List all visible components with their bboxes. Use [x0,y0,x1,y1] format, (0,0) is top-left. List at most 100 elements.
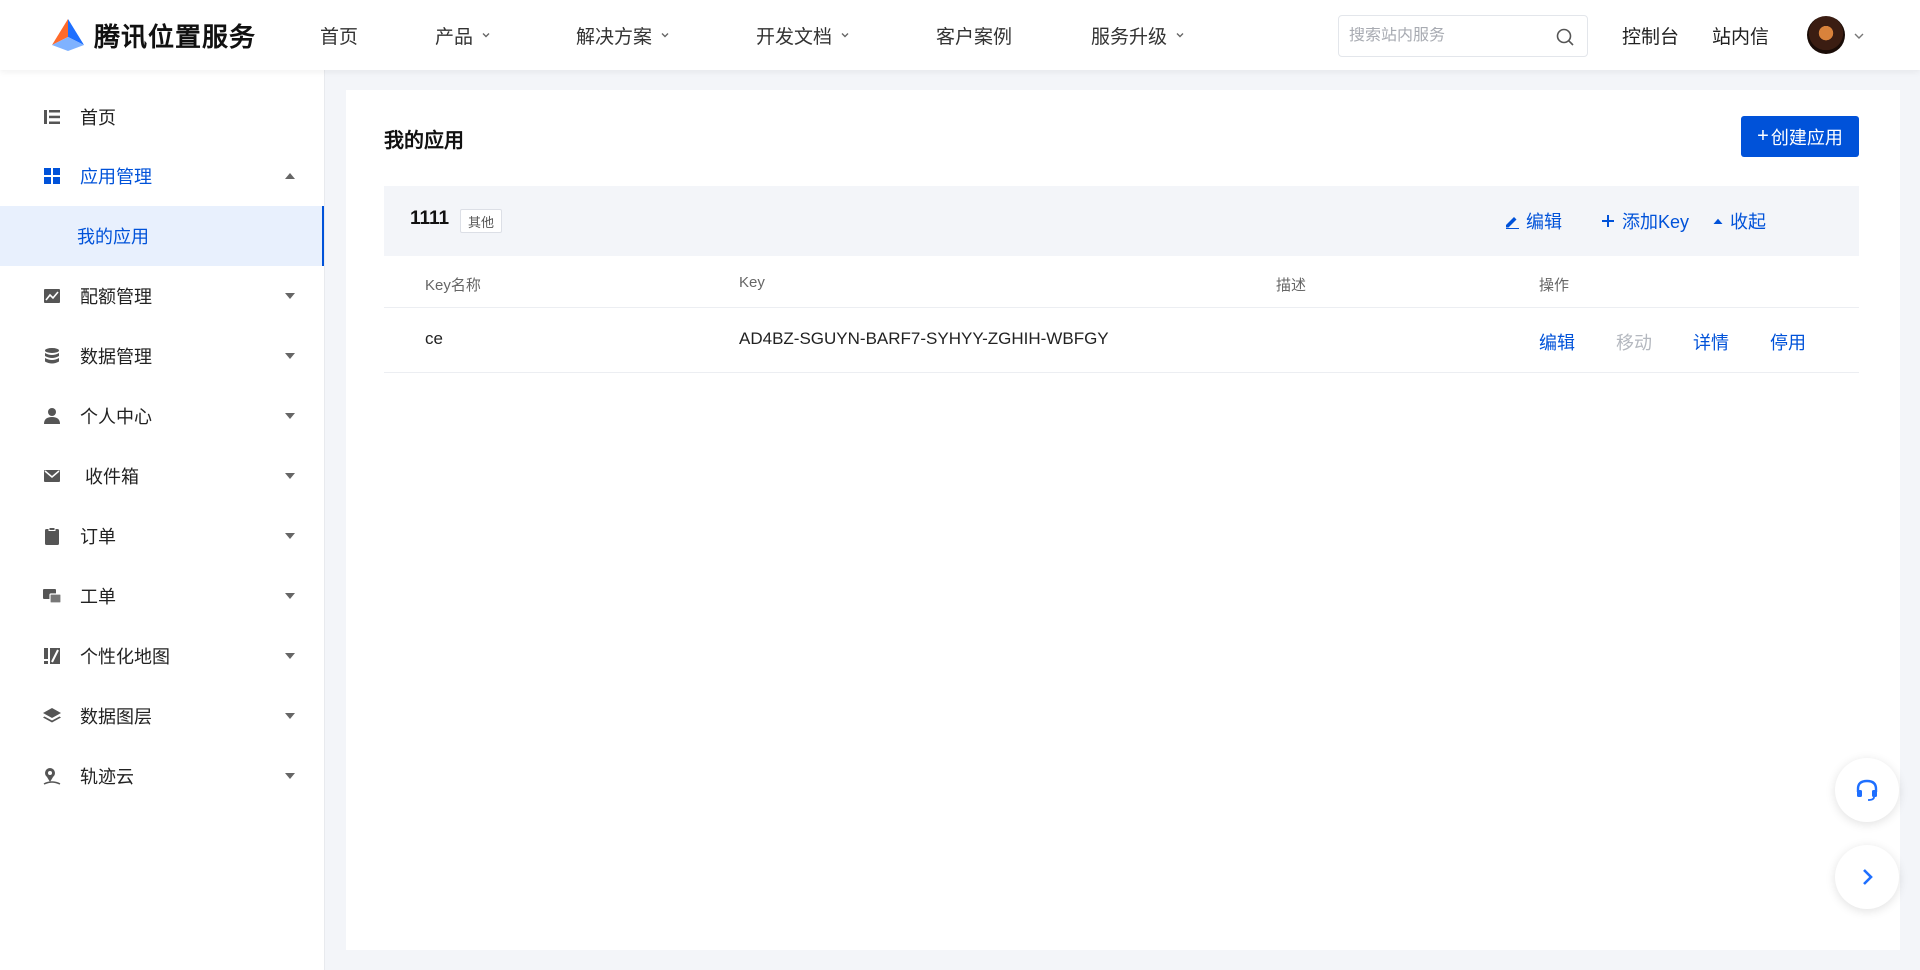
chevron-down-icon[interactable] [1853,30,1865,42]
nav-docs-label: 开发文档 [756,26,833,48]
caret-down-icon [285,713,295,719]
mail-icon [44,470,60,482]
sidebar-item-custom-map[interactable]: 个性化地图 [0,631,325,681]
expand-panel-button[interactable] [1835,845,1899,909]
nav-docs[interactable]: 开发文档 [756,0,850,70]
nav-products[interactable]: 产品 [435,0,491,70]
sidebar: 首页 应用管理 我的应用 配额管理 数据管理 个人中心 收件箱 订单 工单 个性… [0,70,325,970]
grid-icon [44,168,60,184]
search-input[interactable] [1349,27,1549,45]
create-app-label: 创建应用 [1770,127,1843,148]
nav-solutions[interactable]: 解决方案 [576,0,670,70]
pencil-icon [1506,217,1519,229]
brand-logo[interactable]: 腾讯位置服务 [48,16,256,54]
tencent-map-logo-icon [52,19,84,51]
sidebar-item-label: 数据管理 [80,347,152,367]
caret-down-icon [285,653,295,659]
caret-down-icon [285,353,295,359]
sidebar-item-label: 配额管理 [80,287,152,307]
sidebar-item-label: 个人中心 [80,407,152,427]
chart-icon [44,289,60,303]
add-key-label: 添加Key [1622,212,1690,232]
disable-key-link[interactable]: 停用 [1770,329,1806,355]
track-icon [43,768,61,785]
key-value-cell: AD4BZ-SGUYN-BARF7-SYHYY-ZGHIH-WBFGY [739,329,1109,348]
page-title: 我的应用 [384,130,464,152]
user-icon [44,408,60,424]
sidebar-item-personal[interactable]: 个人中心 [0,391,325,441]
column-header-key-name: Key名称 [425,277,481,294]
sidebar-item-app-management[interactable]: 应用管理 [0,151,325,201]
collapse-label: 收起 [1730,212,1766,232]
avatar[interactable] [1807,16,1845,54]
chevron-down-icon [1176,33,1184,38]
top-navbar: 腾讯位置服务 首页 产品 解决方案 开发文档 客户案例 服务升级 控制台 站内信 [0,0,1920,70]
app-card-header: 1111 其他 编辑 添加Key 收起 [384,186,1859,256]
plus-icon: + [1757,125,1769,147]
search-icon[interactable] [1555,27,1575,47]
brand-name: 腾讯位置服务 [94,21,257,52]
add-key-button[interactable]: 添加Key [1600,186,1689,256]
sidebar-item-home[interactable]: 首页 [0,92,325,142]
sidebar-subitem-my-apps[interactable]: 我的应用 [0,206,324,266]
nav-upgrade[interactable]: 服务升级 [1091,0,1185,70]
move-key-link: 移动 [1616,333,1652,353]
app-type-tag: 其他 [460,209,503,233]
chevron-down-icon [661,33,669,38]
caret-down-icon [285,593,295,599]
nav-home[interactable]: 首页 [320,0,358,70]
caret-down-icon [285,473,295,479]
caret-down-icon [285,533,295,539]
caret-down-icon [285,293,295,299]
nav-upgrade-label: 服务升级 [1091,26,1168,48]
nav-cases[interactable]: 客户案例 [936,0,1012,70]
key-details-link[interactable]: 详情 [1693,329,1729,355]
custom-map-icon [44,648,60,664]
caret-up-icon [1713,218,1723,224]
nav-home-label: 首页 [320,26,359,48]
sidebar-item-orders[interactable]: 订单 [0,511,325,561]
nav-solutions-label: 解决方案 [576,26,653,48]
headset-icon [1856,779,1878,801]
chevron-down-icon [482,33,490,38]
sidebar-item-data-layers[interactable]: 数据图层 [0,691,325,741]
sidebar-item-label: 个性化地图 [80,647,170,667]
sidebar-item-tickets[interactable]: 工单 [0,571,325,621]
sidebar-item-label: 数据图层 [80,707,152,727]
column-header-actions: 操作 [1539,277,1570,294]
edit-app-button[interactable]: 编辑 [1504,186,1562,256]
console-link[interactable]: 控制台 [1622,0,1679,70]
ticket-icon [43,589,62,604]
sidebar-subitem-label: 我的应用 [77,227,149,247]
sidebar-item-data[interactable]: 数据管理 [0,331,325,381]
create-app-button[interactable]: + 创建应用 [1741,116,1859,157]
list-icon [44,110,60,124]
sidebar-item-label: 首页 [80,108,116,128]
table-row: ce AD4BZ-SGUYN-BARF7-SYHYY-ZGHIH-WBFGY 编… [384,308,1859,373]
sidebar-item-inbox[interactable]: 收件箱 [0,451,325,501]
key-name-cell: ce [425,329,443,348]
database-icon [45,348,59,364]
chevron-right-icon [1863,869,1873,885]
column-header-description: 描述 [1276,277,1307,294]
layers-icon [43,708,61,723]
sidebar-item-label: 订单 [80,527,116,547]
plus-icon [1602,215,1614,227]
caret-down-icon [285,773,295,779]
edit-key-link[interactable]: 编辑 [1539,329,1575,355]
caret-down-icon [285,413,295,419]
collapse-button[interactable]: 收起 [1712,186,1766,256]
keys-table-header: Key名称 Key 描述 操作 [384,256,1859,308]
messages-link[interactable]: 站内信 [1712,0,1769,70]
customer-support-button[interactable] [1835,758,1899,822]
clipboard-icon [45,527,59,545]
caret-up-icon [285,173,295,179]
nav-cases-label: 客户案例 [936,26,1013,48]
app-name: 1111 [410,208,450,229]
sidebar-item-label: 工单 [80,587,116,607]
sidebar-item-label: 应用管理 [80,167,152,187]
sidebar-item-track-cloud[interactable]: 轨迹云 [0,751,325,801]
sidebar-item-label: 轨迹云 [80,767,134,787]
sidebar-item-label: 收件箱 [80,467,140,487]
sidebar-item-quota[interactable]: 配额管理 [0,271,325,321]
